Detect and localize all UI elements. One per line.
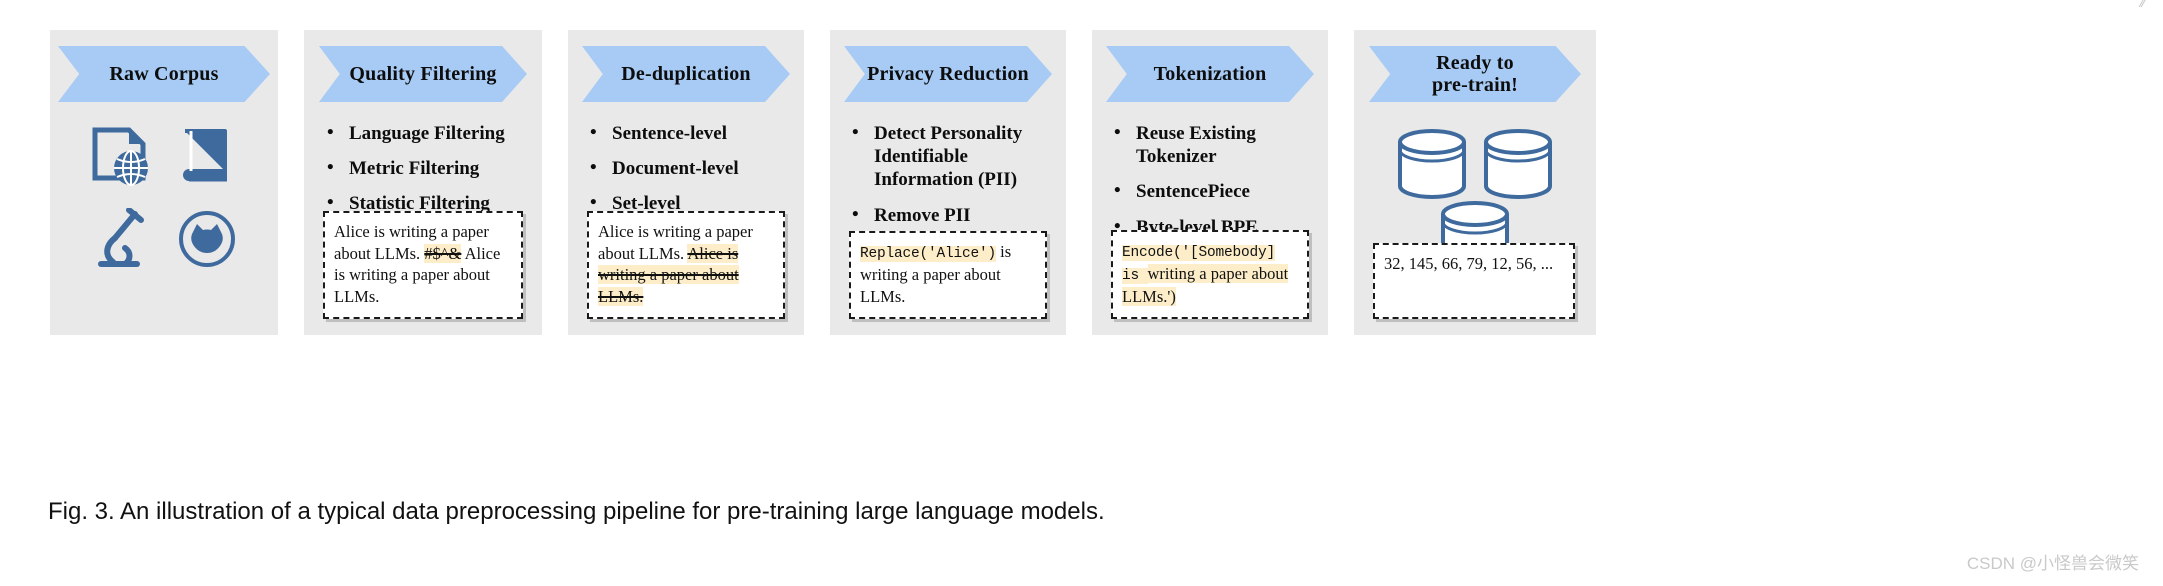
example-segment-removed: #$^& (424, 243, 462, 263)
example-box-token-ids: 32, 145, 66, 79, 12, 56, ... (1373, 243, 1575, 319)
stage-banner-raw-corpus: Raw Corpus (58, 46, 270, 102)
stage-de-duplication: De-duplication Sentence-level Document-l… (568, 30, 804, 335)
page-corner-mark: ⁄⁄ (2141, 0, 2146, 10)
microscope-icon (88, 206, 156, 272)
figure-caption: Fig. 3. An illustration of a typical dat… (48, 498, 1105, 525)
webpage-globe-icon (88, 124, 156, 190)
stage-privacy-reduction: Privacy Reduction Detect Personality Ide… (830, 30, 1066, 335)
example-box-privacy-reduction: Replace('Alice') is writing a paper abou… (849, 231, 1047, 319)
stage-title: Quality Filtering (349, 62, 497, 85)
example-box-quality-filtering: Alice is writing a paper about LLMs. #$^… (323, 211, 523, 319)
list-item: Detect Personality Identifiable Informat… (848, 121, 1048, 192)
stage-title: De-duplication (621, 62, 751, 85)
stage-title: Raw Corpus (109, 62, 219, 85)
github-cat-icon (173, 206, 241, 272)
stage-raw-corpus: Raw Corpus (50, 30, 278, 335)
list-item: SentencePiece (1110, 179, 1310, 203)
stage-banner-quality-filtering: Quality Filtering (319, 46, 527, 102)
stage-title: Privacy Reduction (867, 62, 1029, 85)
stage-quality-filtering: Quality Filtering Language Filtering Met… (304, 30, 542, 335)
example-box-tokenization: Encode('[Somebody] is writing a paper ab… (1111, 229, 1309, 319)
list-item: Remove PII (848, 203, 1048, 227)
database-icon-group (1380, 120, 1570, 260)
example-segment-code: Replace('Alice') (860, 246, 997, 263)
list-item: Document-level (586, 156, 786, 180)
stage-title-line1: Ready to (1436, 51, 1514, 74)
stage-ready-to-pre-train: Ready to pre-train! 32, 145, 66, 79, 12,… (1354, 30, 1596, 335)
stage-title: Tokenization (1153, 62, 1267, 85)
stage-tokenization: Tokenization Reuse Existing Tokenizer Se… (1092, 30, 1328, 335)
book-icon (173, 124, 241, 190)
list-item: Reuse Existing Tokenizer (1110, 121, 1310, 168)
raw-corpus-icon-grid (84, 124, 244, 272)
stage-banner-tokenization: Tokenization (1106, 46, 1314, 102)
stage-banner-de-duplication: De-duplication (582, 46, 790, 102)
list-item: Metric Filtering (323, 156, 523, 180)
list-item: Language Filtering (323, 121, 523, 145)
bullet-list-privacy-reduction: Detect Personality Identifiable Informat… (848, 121, 1048, 239)
csdn-watermark: CSDN @小怪兽会微笑 (1966, 554, 2139, 573)
example-segment-plain: 32, 145, 66, 79, 12, 56, ... (1384, 254, 1554, 273)
example-box-de-duplication: Alice is writing a paper about LLMs. Ali… (587, 211, 785, 319)
stage-title: Ready to pre-train! (1432, 52, 1518, 97)
stage-banner-ready-to-pre-train: Ready to pre-train! (1369, 46, 1581, 102)
pipeline-figure: Raw Corpus Quality Filtering • Language … (50, 30, 2113, 335)
list-item: Sentence-level (586, 121, 786, 145)
stage-title-line2: pre-train! (1431, 74, 1519, 96)
stage-banner-privacy-reduction: Privacy Reduction (844, 46, 1052, 102)
